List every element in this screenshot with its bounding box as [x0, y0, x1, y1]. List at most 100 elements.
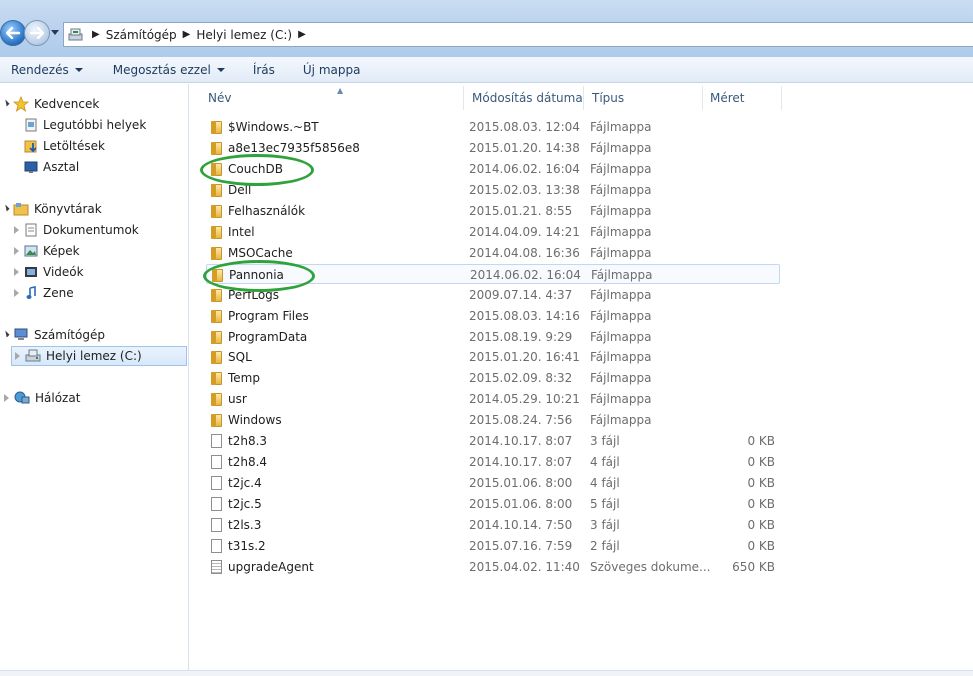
cell-name: t2h8.4 — [228, 455, 268, 470]
column-header-name[interactable]: ▲ Név — [200, 86, 464, 110]
explorer-window: ▶ Számítógép ▶ Helyi lemez (C:) ▶ Rendez… — [0, 0, 973, 676]
breadcrumb-local-disk[interactable]: Helyi lemez (C:) — [196, 28, 292, 42]
expand-arrow-icon[interactable] — [14, 247, 19, 255]
nav-desktop-label: Asztal — [43, 160, 80, 174]
nav-network[interactable]: Hálózat — [4, 388, 80, 408]
expand-arrow-icon[interactable] — [14, 289, 19, 297]
forward-button[interactable] — [24, 20, 50, 46]
cell-date: 2015.08.19. 9:29 — [469, 329, 573, 344]
nav-computer[interactable]: Számítógép — [2, 325, 105, 345]
expand-arrow-icon[interactable] — [2, 99, 10, 107]
folder-row[interactable]: SQL 2015.01.20. 16:41 Fájlmappa — [206, 347, 780, 367]
cell-type: Fájlmappa — [591, 267, 653, 282]
file-row[interactable]: t2ls.3 2014.10.14. 7:50 3 fájl 0 KB — [206, 515, 780, 535]
cell-type: Fájlmappa — [590, 371, 652, 386]
nav-documents-label: Dokumentumok — [43, 223, 139, 237]
folder-row[interactable]: a8e13ec7935f5856e8 2015.01.20. 14:38 Fájlm… — [206, 138, 780, 158]
share-label: Megosztás ezzel — [112, 62, 211, 77]
nav-desktop[interactable]: Asztal — [24, 157, 79, 177]
address-bar[interactable]: ▶ Számítógép ▶ Helyi lemez (C:) ▶ — [63, 22, 973, 47]
cell-date: 2015.08.03. 12:04 — [469, 120, 580, 134]
cell-type: Fájlmappa — [590, 245, 652, 260]
expand-arrow-icon[interactable] — [14, 268, 19, 276]
file-row[interactable]: t2jc.4 2015.01.06. 8:00 4 fájl 0 KB — [206, 473, 780, 493]
folder-row[interactable]: Dell 2015.02.03. 13:38 Fájlmappa — [206, 180, 780, 200]
folder-row[interactable]: Pannonia 2014.06.02. 16:04 Fájlmappa — [206, 263, 780, 284]
breadcrumb-computer[interactable]: Számítógép — [106, 28, 177, 42]
nav-downloads[interactable]: Letöltések — [24, 136, 105, 156]
folder-row[interactable]: Felhasználók 2015.01.21. 8:55 Fájlmappa — [206, 201, 780, 221]
nav-videos[interactable]: Videók — [14, 262, 84, 282]
cell-name: t31s.2 — [228, 539, 266, 553]
breadcrumb-separator[interactable]: ▶ — [298, 29, 306, 40]
nav-recent-label: Legutóbbi helyek — [43, 118, 147, 132]
nav-pictures[interactable]: Képek — [14, 241, 80, 261]
hard-drive-icon — [25, 349, 41, 362]
cell-size: 0 KB — [747, 518, 775, 533]
share-menu[interactable]: Megosztás ezzel — [113, 59, 225, 81]
expand-arrow-icon[interactable] — [4, 394, 9, 402]
cell-type: 4 fájl — [590, 455, 620, 470]
nav-documents[interactable]: Dokumentumok — [14, 220, 139, 240]
folder-icon — [211, 121, 222, 134]
folder-row[interactable]: $Windows.~BT 2015.08.03. 12:04 Fájlmappa — [206, 117, 780, 137]
nav-local-disk-label: Helyi lemez (C:) — [46, 349, 142, 363]
file-row[interactable]: t2h8.3 2014.10.17. 8:07 3 fájl 0 KB — [206, 431, 780, 451]
nav-downloads-label: Letöltések — [43, 139, 105, 153]
organize-menu[interactable]: Rendezés — [11, 59, 83, 81]
column-header-size[interactable]: Méret — [702, 86, 782, 110]
burn-button[interactable]: Írás — [253, 59, 275, 81]
nav-network-label: Hálózat — [35, 391, 81, 405]
nav-recent-places[interactable]: Legutóbbi helyek — [24, 115, 146, 135]
nav-favorites-label: Kedvencek — [34, 97, 100, 111]
folder-row[interactable]: Intel 2014.04.09. 14:21 Fájlmappa — [206, 222, 780, 242]
nav-libraries[interactable]: Könyvtárak — [2, 199, 102, 219]
folder-row[interactable]: Program Files 2015.08.03. 14:16 Fájlmappa — [206, 306, 780, 326]
folder-row[interactable]: PerfLogs 2009.07.14. 4:37 Fájlmappa — [206, 285, 780, 305]
breadcrumb-separator[interactable]: ▶ — [183, 29, 191, 40]
file-row[interactable]: t2jc.5 2015.01.06. 8:00 5 fájl 0 KB — [206, 494, 780, 514]
cell-size: 0 KB — [747, 539, 775, 553]
file-row[interactable]: t2h8.4 2014.10.17. 8:07 4 fájl 0 KB — [206, 452, 780, 472]
expand-arrow-icon[interactable] — [2, 204, 10, 212]
cell-type: Fájlmappa — [590, 140, 652, 155]
cell-name: Felhasználók — [228, 203, 306, 218]
file-row[interactable]: upgradeAgent 2015.04.02. 11:40 Szöveges do… — [206, 557, 780, 577]
expand-arrow-icon[interactable] — [15, 352, 20, 360]
new-folder-label: Új mappa — [302, 62, 361, 77]
cell-name: usr — [228, 392, 247, 407]
back-button[interactable] — [0, 20, 26, 46]
nav-local-disk[interactable]: Helyi lemez (C:) — [11, 346, 187, 366]
folder-row[interactable]: ProgramData 2015.08.19. 9:29 Fájlmappa — [206, 327, 780, 347]
cell-date: 2014.06.02. 16:04 — [469, 161, 580, 176]
cell-size: 0 KB — [747, 455, 775, 470]
nav-favorites[interactable]: Kedvencek — [2, 94, 100, 114]
column-header-modified[interactable]: Módosítás dátuma — [464, 86, 584, 110]
file-icon — [211, 497, 222, 512]
cell-name: CouchDB — [228, 161, 284, 176]
nav-music[interactable]: Zene — [14, 283, 74, 303]
status-bar — [0, 670, 973, 676]
nav-videos-label: Videók — [43, 265, 84, 279]
recent-pages-dropdown[interactable] — [51, 30, 59, 35]
cell-type: Fájlmappa — [590, 350, 652, 365]
expand-arrow-icon[interactable] — [14, 226, 19, 234]
new-folder-button[interactable]: Új mappa — [303, 59, 361, 81]
folder-row[interactable]: CouchDB 2014.06.02. 16:04 Fájlmappa — [206, 159, 780, 179]
cell-date: 2014.10.17. 8:07 — [469, 434, 573, 449]
folder-row[interactable]: MSOCache 2014.04.08. 16:36 Fájlmappa — [206, 243, 780, 263]
music-note-icon — [26, 286, 36, 299]
cell-name: PerfLogs — [228, 287, 280, 302]
folder-row[interactable]: Windows 2015.08.24. 7:56 Fájlmappa — [206, 410, 780, 430]
back-arrow-icon — [6, 27, 20, 39]
documents-icon — [25, 223, 37, 237]
folder-row[interactable]: usr 2014.05.29. 10:21 Fájlmappa — [206, 389, 780, 409]
breadcrumb-separator[interactable]: ▶ — [92, 29, 100, 40]
folder-icon — [211, 141, 222, 155]
folder-icon — [211, 393, 222, 407]
folder-row[interactable]: Temp 2015.02.09. 8:32 Fájlmappa — [206, 368, 780, 388]
file-row[interactable]: t31s.2 2015.07.16. 7:59 2 fájl 0 KB — [206, 536, 780, 556]
expand-arrow-icon[interactable] — [2, 330, 10, 338]
libraries-icon — [13, 203, 29, 216]
column-header-type[interactable]: Típus — [584, 86, 703, 110]
